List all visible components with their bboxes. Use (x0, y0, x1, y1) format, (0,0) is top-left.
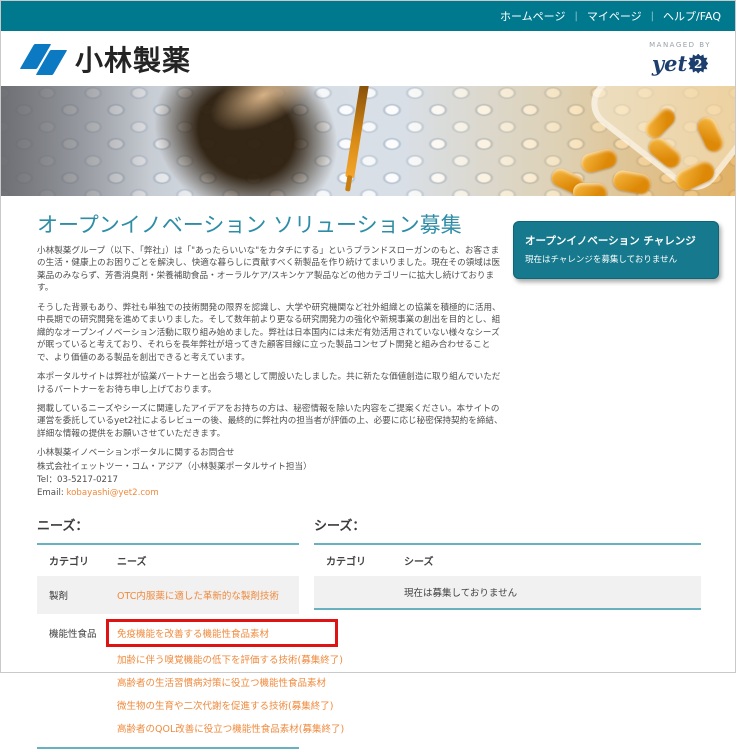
needs-table: カテゴリ ニーズ 製剤 OTC内服薬に適した革新的な製剤技術 機能性食品 免疫機能を改… (37, 542, 344, 749)
seeds-col-seeds: シーズ (404, 556, 434, 568)
top-nav-link[interactable]: ヘルプ/FAQ (663, 8, 721, 24)
needs-links: 免疫機能を改善する機能性食品素材加齢に伴う嗅覚機能の低下を評価する技術(募集終了… (106, 618, 344, 735)
intro-paragraph: 本ポータルサイトは弊社が協業パートナーと出会う場として開設いたしました。共に新た… (37, 372, 501, 395)
nav-separator: | (574, 10, 578, 22)
yet2-star-icon: 2 (688, 53, 709, 74)
managed-by-label: MANAGED BY (649, 41, 711, 49)
challenge-panel[interactable]: オープンイノベーション チャレンジ 現在はチャレンジを募集しておりません (513, 221, 719, 279)
top-nav-link[interactable]: マイページ (587, 8, 642, 24)
needs-category: 製剤 (49, 590, 69, 602)
yet2-logo[interactable]: yet 2 (649, 51, 711, 76)
needs-table-row: 機能性食品 免疫機能を改善する機能性食品素材 加齢に伴う嗅覚機能の低下を評価する技術… (37, 614, 344, 747)
needs-table-header: カテゴリ ニーズ (37, 545, 299, 576)
seeds-category-empty (326, 585, 394, 599)
kobayashi-logo-icon (19, 42, 68, 76)
kobayashi-logo[interactable]: 小林製薬 (19, 39, 191, 79)
need-link[interactable]: 加齢に伴う嗅覚機能の低下を評価する技術(募集終了) (117, 652, 343, 666)
hero-capsule (611, 168, 653, 196)
nav-separator: | (650, 10, 654, 22)
contact-heading: 小林製薬イノベーションポータルに関するお問合せ (37, 448, 235, 459)
seeds-col-category: カテゴリ (326, 556, 366, 568)
need-link[interactable]: 高齢者のQOL改善に役立つ機能性食品素材(募集終了) (117, 721, 344, 735)
top-nav: ホームページ | マイページ | ヘルプ/FAQ (1, 1, 735, 31)
challenge-message: 現在はチャレンジを募集しておりません (525, 255, 678, 265)
contact-tel: Tel：03-5217-0217 (37, 474, 118, 485)
intro-paragraph: 小林製薬グループ（以下、「弊社」）は「"あったらいいな"をカタチにする」というブ… (37, 246, 501, 294)
hero-capsule (579, 146, 619, 175)
contact-email-line: Email: kobayashi@yet2.com (37, 487, 503, 500)
highlight-annotation-box: 免疫機能を改善する機能性食品素材 (106, 618, 338, 647)
needs-table-row: 製剤 OTC内服薬に適した革新的な製剤技術 (37, 575, 299, 614)
needs-links: OTC内服薬に適した革新的な製剤技術 (117, 588, 287, 602)
seeds-section: シーズ： カテゴリ シーズ 現在は募集しておりません (314, 515, 701, 749)
need-link[interactable]: 免疫機能を改善する機能性食品素材 (117, 629, 269, 640)
page-title: オープンイノベーション ソリューション募集 (37, 213, 462, 237)
needs-category: 機能性食品 (49, 628, 97, 640)
managed-by-block: MANAGED BY yet 2 (649, 41, 717, 76)
intro-paragraph: 掲載しているニーズやシーズに関連したアイデアをお持ちの方は、秘密情報を除いた内容… (37, 403, 503, 439)
needs-title: ニーズ： (37, 518, 89, 534)
seeds-empty-message: 現在は募集しておりません (404, 587, 518, 599)
seeds-table-row: 現在は募集しておりません (314, 575, 701, 608)
top-nav-link[interactable]: ホームページ (500, 8, 565, 24)
tables-section: ニーズ： カテゴリ ニーズ 製剤 OTC内服薬に適した革新的な製剤技術 機能性食品免… (37, 515, 719, 749)
contact-email-link[interactable]: kobayashi@yet2.com (66, 488, 158, 498)
need-link[interactable]: 高齢者の生活習慣病対策に役立つ機能性食品素材 (117, 675, 326, 689)
site-header: 小林製薬 MANAGED BY yet 2 (1, 31, 735, 86)
main-content: オープンイノベーション ソリューション募集 オープンイノベーション チャレンジ … (1, 209, 735, 749)
need-link[interactable]: 微生物の生育や二次代謝を促進する技術(募集終了) (117, 698, 333, 712)
needs-section: ニーズ： カテゴリ ニーズ 製剤 OTC内服薬に適した革新的な製剤技術 機能性食品免… (37, 515, 344, 749)
intro-paragraph: そうした背景もあり、弊社も単独での技術開発の限界を認識し、大学や研究機関など社外… (37, 302, 501, 363)
yet2-logo-text: yet (651, 51, 688, 76)
seeds-title: シーズ： (314, 518, 366, 534)
seeds-table-header: カテゴリ シーズ (314, 545, 701, 576)
contact-block: 小林製薬イノベーションポータルに関するお問合せ 株式会社イェットツー・コム・アジ… (37, 447, 503, 500)
needs-table-body: 製剤 OTC内服薬に適した革新的な製剤技術 機能性食品 免疫機能を改善する機能性食品素… (37, 575, 344, 747)
need-link[interactable]: OTC内服薬に適した革新的な製剤技術 (117, 588, 279, 602)
challenge-title: オープンイノベーション チャレンジ (525, 235, 696, 247)
hero-lab-photo (1, 86, 735, 196)
hero-capsule (573, 183, 607, 196)
needs-col-needs: ニーズ (117, 556, 147, 568)
intro-paragraphs: 小林製薬グループ（以下、「弊社」）は「"あったらいいな"をカタチにする」というブ… (37, 245, 503, 440)
kobayashi-logo-text: 小林製薬 (75, 43, 192, 77)
seeds-table: カテゴリ シーズ 現在は募集しておりません (314, 542, 701, 610)
contact-company: 株式会社イェットツー・コム・アジア（小林製薬ポータルサイト担当） (37, 461, 312, 472)
contact-email-label: Email: (37, 488, 64, 499)
needs-col-category: カテゴリ (49, 556, 89, 568)
